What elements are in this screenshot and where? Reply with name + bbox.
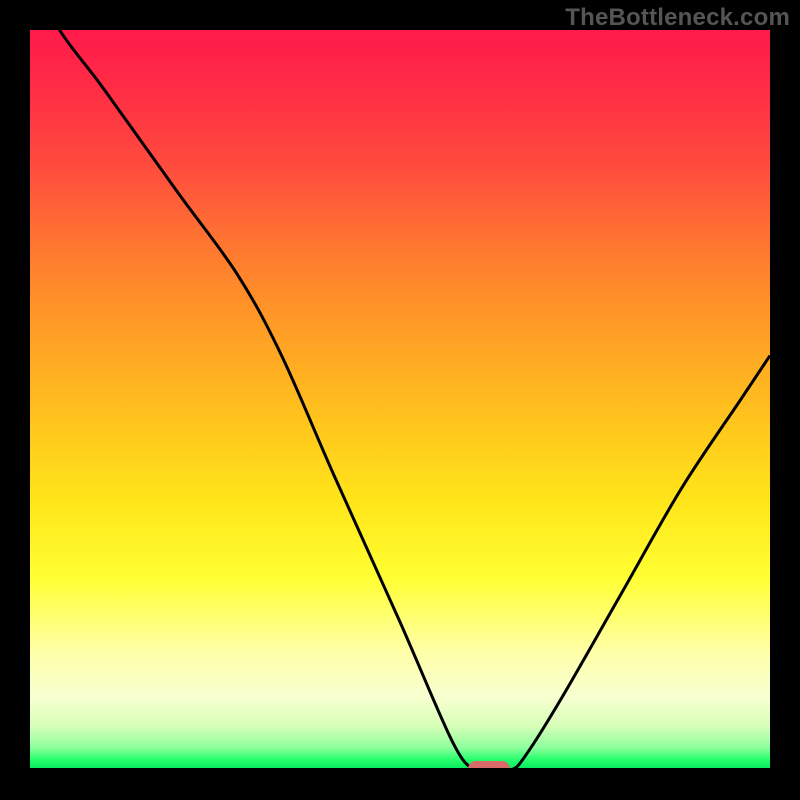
chart-container: TheBottleneck.com (0, 0, 800, 800)
bottleneck-curve-path (30, 30, 770, 770)
curve-svg (30, 30, 770, 770)
plot-area (30, 30, 770, 770)
watermark-text: TheBottleneck.com (565, 4, 790, 32)
x-axis-baseline (30, 768, 770, 770)
